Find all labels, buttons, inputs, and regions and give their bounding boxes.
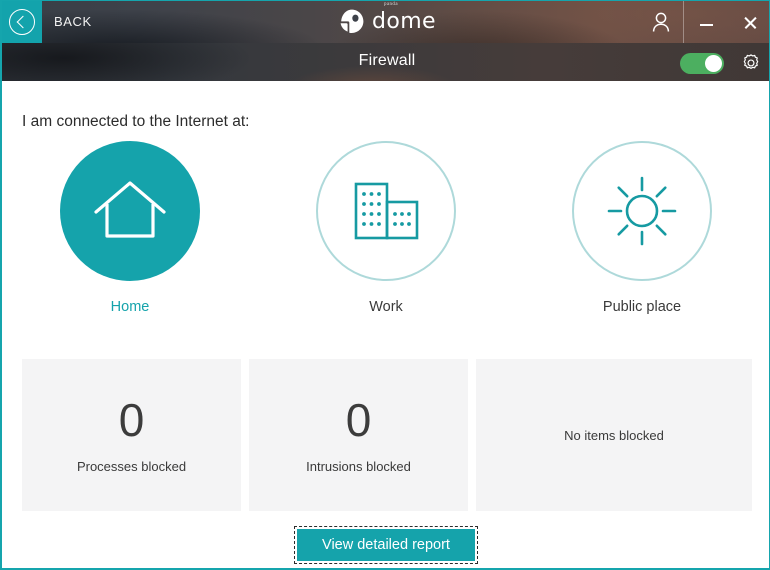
minimize-button[interactable] <box>684 1 728 43</box>
user-account-button[interactable] <box>639 1 683 43</box>
public-place-circle <box>572 141 712 281</box>
stat-label-processes-blocked: Processes blocked <box>76 458 187 474</box>
firewall-toggle[interactable] <box>680 53 724 74</box>
report-button-area: View detailed report <box>2 526 769 568</box>
view-detailed-report-button[interactable]: View detailed report <box>294 526 478 564</box>
home-circle <box>60 141 200 281</box>
settings-button[interactable] <box>740 52 762 74</box>
close-button[interactable] <box>728 1 769 43</box>
blocked-items-note: No items blocked <box>564 427 664 443</box>
chevron-left-circle-icon <box>9 9 35 35</box>
work-circle <box>316 141 456 281</box>
stat-label-intrusions-blocked: Intrusions blocked <box>306 458 411 474</box>
location-option-home[interactable]: Home <box>2 141 258 315</box>
minimize-icon <box>699 24 713 26</box>
page-title: Firewall <box>358 52 416 69</box>
stat-value-intrusions-blocked: 0 <box>345 393 372 446</box>
back-button-label: BACK <box>54 14 92 29</box>
location-label-public-place: Public place <box>602 299 682 315</box>
panda-logo-icon <box>338 8 365 35</box>
location-selector: Home Work Public place <box>2 141 769 315</box>
stat-panel-intrusions-blocked: 0 Intrusions blocked <box>249 359 468 511</box>
connection-headline: I am connected to the Internet at: <box>22 113 250 130</box>
brand-label: dome <box>372 9 436 34</box>
main-content: I am connected to the Internet at: Home <box>2 81 769 568</box>
stat-value-processes-blocked: 0 <box>118 393 145 446</box>
sun-icon <box>607 176 677 246</box>
stats-row: 0 Processes blocked 0 Intrusions blocked… <box>22 359 752 511</box>
location-option-public-place[interactable]: Public place <box>514 141 769 315</box>
gear-icon <box>743 54 759 69</box>
blocked-items-panel: No items blocked <box>476 359 752 511</box>
window-controls <box>639 1 769 43</box>
house-icon <box>94 181 166 238</box>
brand-sub-label: panda <box>384 2 398 7</box>
location-label-work: Work <box>369 299 403 315</box>
toggle-knob <box>705 55 722 72</box>
back-button[interactable] <box>2 1 42 43</box>
buildings-icon <box>354 182 419 240</box>
close-icon <box>743 15 758 30</box>
location-label-home: Home <box>110 299 150 315</box>
title-bar: BACK panda dome <box>2 1 769 43</box>
stat-panel-processes-blocked: 0 Processes blocked <box>22 359 241 511</box>
module-bar: Firewall <box>2 43 769 81</box>
user-account-icon <box>652 12 670 32</box>
firewall-window: BACK panda dome Firewall I am connected … <box>0 0 770 570</box>
location-option-work[interactable]: Work <box>258 141 514 315</box>
